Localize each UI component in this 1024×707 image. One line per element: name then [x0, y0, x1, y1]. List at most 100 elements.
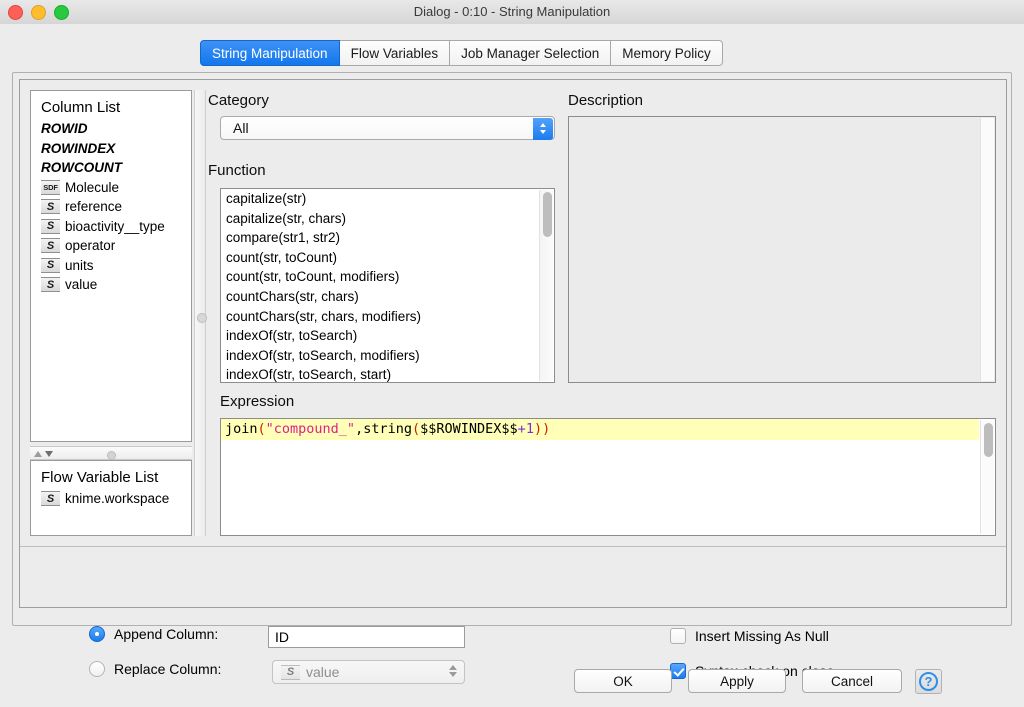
split-handle-icon[interactable]: [197, 313, 207, 323]
expr-token: 1: [525, 421, 534, 437]
list-item-label: operator: [65, 238, 116, 254]
expr-token: $$ROWINDEX$$: [420, 421, 518, 437]
expression-scrollbar[interactable]: [980, 420, 994, 534]
expr-token: ): [542, 421, 551, 437]
list-item[interactable]: ROWID: [31, 119, 191, 139]
horizontal-split-divider[interactable]: [194, 90, 207, 536]
description-label: Description: [568, 92, 644, 109]
function-label: Function: [208, 162, 266, 179]
expr-token: join: [225, 421, 258, 437]
replace-column-radio-row[interactable]: Replace Column:: [89, 661, 221, 677]
syntax-check-on-close-checkbox[interactable]: [670, 663, 686, 679]
insert-missing-as-null-label: Insert Missing As Null: [695, 628, 829, 644]
split-handle-icon[interactable]: [107, 451, 116, 460]
ok-button[interactable]: OK: [574, 669, 672, 693]
window-title: Dialog - 0:10 - String Manipulation: [413, 4, 611, 19]
list-item-label: knime.workspace: [65, 491, 170, 507]
list-item[interactable]: S units: [31, 256, 191, 276]
append-column-label: Append Column:: [114, 626, 219, 642]
chevron-updown-icon[interactable]: [449, 665, 457, 677]
list-item[interactable]: countChars(str, chars, modifiers): [221, 307, 554, 327]
string-column-icon: S: [41, 199, 60, 215]
string-column-icon: S: [41, 238, 60, 254]
list-item[interactable]: SDF Molecule: [31, 178, 191, 198]
list-item[interactable]: count(str, toCount, modifiers): [221, 267, 554, 287]
tab-memory-policy[interactable]: Memory Policy: [611, 40, 723, 66]
tab-job-manager-selection[interactable]: Job Manager Selection: [450, 40, 612, 66]
list-item-label: units: [65, 257, 94, 273]
dialog-window: Dialog - 0:10 - String Manipulation Stri…: [0, 0, 1024, 707]
tab-bar: String Manipulation Flow Variables Job M…: [0, 24, 1024, 66]
list-item[interactable]: ROWCOUNT: [31, 158, 191, 178]
append-column-radio-row[interactable]: Append Column:: [89, 626, 218, 642]
list-item[interactable]: countChars(str, chars): [221, 287, 554, 307]
list-item[interactable]: capitalize(str, chars): [221, 209, 554, 229]
string-column-icon: S: [281, 664, 300, 680]
expression-editor[interactable]: join("compound_",string($$ROWINDEX$$+1)): [220, 418, 996, 536]
collapse-down-icon[interactable]: [45, 451, 53, 457]
expr-token: ,: [355, 421, 364, 437]
flow-variable-list-title: Flow Variable List: [41, 469, 159, 486]
list-item[interactable]: indexOf(str, toSearch): [221, 326, 554, 346]
chevron-updown-icon[interactable]: [533, 118, 553, 140]
list-item[interactable]: count(str, toCount): [221, 248, 554, 268]
title-bar: Dialog - 0:10 - String Manipulation: [0, 0, 1024, 25]
description-scrollbar[interactable]: [980, 118, 994, 381]
list-item[interactable]: ROWINDEX: [31, 139, 191, 159]
expr-token: ): [533, 421, 543, 437]
replace-column-selected-value: value: [306, 664, 340, 680]
flow-variable-list-box[interactable]: Flow Variable List S knime.workspace: [30, 460, 192, 536]
expr-token: "compound_": [265, 421, 356, 437]
insert-missing-as-null-row[interactable]: Insert Missing As Null: [670, 628, 829, 644]
tab-flow-variables[interactable]: Flow Variables: [339, 40, 451, 66]
list-item-label: bioactivity__type: [65, 218, 165, 234]
list-item[interactable]: S operator: [31, 236, 191, 256]
scrollbar-thumb[interactable]: [983, 423, 993, 457]
scrollbar-thumb[interactable]: [542, 192, 552, 237]
expr-token: string: [363, 421, 412, 437]
string-column-icon: S: [41, 257, 60, 273]
column-list-title: Column List: [41, 99, 121, 116]
replace-column-radio[interactable]: [89, 661, 105, 677]
function-list[interactable]: capitalize(str) capitalize(str, chars) c…: [220, 188, 555, 383]
list-item-label: Molecule: [65, 179, 120, 195]
replace-column-label: Replace Column:: [114, 661, 222, 677]
append-column-radio[interactable]: [89, 626, 105, 642]
list-item[interactable]: compare(str1, str2): [221, 228, 554, 248]
list-item[interactable]: S bioactivity__type: [31, 217, 191, 237]
sdf-column-icon: SDF: [41, 179, 60, 195]
help-button[interactable]: ?: [915, 669, 942, 694]
expression-label: Expression: [220, 393, 295, 410]
list-item[interactable]: indexOf(str, toSearch, start): [221, 365, 554, 382]
help-icon: ?: [919, 672, 938, 691]
apply-button[interactable]: Apply: [688, 669, 786, 693]
tab-string-manipulation[interactable]: String Manipulation: [200, 40, 340, 66]
string-column-icon: S: [41, 277, 60, 293]
description-box: [568, 116, 996, 383]
list-item[interactable]: indexOf(str, toSearch, modifiers): [221, 346, 554, 366]
list-item[interactable]: capitalize(str): [221, 189, 554, 209]
column-list-box[interactable]: Column List ROWID ROWINDEX ROWCOUNT SDF …: [30, 90, 192, 442]
list-item[interactable]: S reference: [31, 197, 191, 217]
category-label: Category: [208, 92, 269, 109]
expr-token: +: [517, 421, 526, 437]
options-bar: [20, 546, 1006, 607]
insert-missing-as-null-checkbox[interactable]: [670, 628, 686, 644]
replace-column-select[interactable]: S value: [272, 660, 465, 684]
settings-inner-frame: Column List ROWID ROWINDEX ROWCOUNT SDF …: [19, 79, 1007, 608]
list-item[interactable]: S knime.workspace: [31, 489, 191, 509]
category-select[interactable]: All: [220, 116, 555, 140]
collapse-up-icon[interactable]: [34, 451, 42, 457]
list-item[interactable]: S value: [31, 275, 191, 295]
list-item-label: reference: [65, 199, 123, 215]
function-list-scrollbar[interactable]: [539, 190, 553, 381]
category-selected-value: All: [233, 120, 249, 136]
list-item-label: value: [65, 277, 98, 293]
expression-line[interactable]: join("compound_",string($$ROWINDEX$$+1)): [221, 419, 979, 440]
vertical-split-divider[interactable]: [30, 446, 192, 460]
expr-token: (: [411, 421, 421, 437]
append-column-input[interactable]: ID: [268, 626, 465, 648]
string-variable-icon: S: [41, 491, 60, 507]
cancel-button[interactable]: Cancel: [802, 669, 902, 693]
string-column-icon: S: [41, 218, 60, 234]
